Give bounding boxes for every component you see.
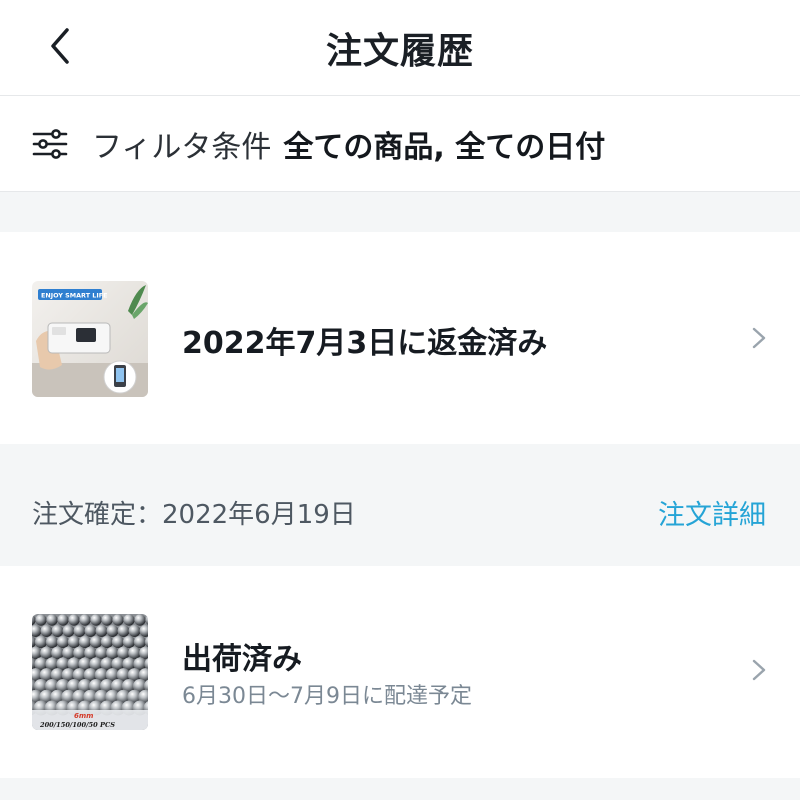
steel-ball-graphic [84, 625, 97, 637]
steel-ball-graphic [111, 635, 125, 649]
sliders-icon [32, 126, 68, 162]
order-info-row: 注文確定：2022年6月19日 注文詳細 [0, 466, 800, 556]
thumbnail-count-label: 200/150/100/50 PCS [39, 721, 115, 729]
order-status: 出荷済み [182, 642, 302, 677]
steel-ball-graphic [106, 625, 119, 637]
steel-ball-graphic [45, 635, 59, 649]
steel-ball-graphic [128, 646, 141, 660]
order-details-link[interactable]: 注文詳細 [658, 493, 766, 532]
steel-ball-graphic [112, 614, 124, 626]
steel-ball-graphic [57, 614, 69, 626]
thumbnail-size-label: 6mm [74, 712, 93, 720]
steel-ball-graphic [122, 635, 136, 649]
delivery-estimate: 6月30日～7月9日に配達予定 [182, 684, 472, 709]
steel-ball-graphic [73, 646, 86, 660]
steel-ball-graphic [34, 635, 48, 649]
filter-bar[interactable]: フィルタ条件 全ての商品, 全ての日付 [0, 96, 800, 192]
order-card-refunded[interactable]: ENJOY SMART LIFE 2022年7月3日に返金済み [0, 232, 800, 444]
steel-ball-graphic [51, 646, 64, 660]
steel-ball-graphic [101, 614, 113, 626]
steel-ball-graphic [123, 614, 135, 626]
steel-ball-graphic [95, 646, 108, 660]
steel-ball-graphic [40, 625, 53, 637]
page-title: 注文履歴 [325, 31, 474, 72]
steel-ball-graphic [73, 625, 86, 637]
chevron-right-icon [752, 659, 766, 681]
order-status: 2022年7月3日に返金済み [182, 326, 548, 361]
steel-ball-graphic [117, 625, 130, 637]
product-thumbnail-smart-switch[interactable]: ENJOY SMART LIFE [32, 281, 148, 397]
steel-ball-graphic [78, 635, 92, 649]
steel-ball-graphic [40, 646, 53, 660]
product-thumbnail-steel-balls[interactable]: 6mm 200/150/100/50 PCS [32, 614, 148, 730]
thumbnail-caption: ENJOY SMART LIFE [41, 292, 107, 300]
order-card-shipped[interactable]: 6mm 200/150/100/50 PCS 出荷済み 6月30日～7月9日に配… [0, 566, 800, 778]
steel-ball-graphic [90, 614, 102, 626]
steel-ball-graphic [133, 635, 147, 649]
steel-ball-graphic [62, 625, 75, 637]
steel-ball-graphic [128, 625, 141, 637]
order-confirmed-date: 注文確定：2022年6月19日 [32, 500, 356, 530]
steel-ball-graphic [46, 614, 58, 626]
app-header: 注文履歴 [0, 0, 800, 96]
steel-ball-graphic [134, 614, 146, 626]
steel-ball-graphic [106, 646, 119, 660]
steel-ball-graphic [35, 614, 47, 626]
steel-ball-graphic [56, 635, 70, 649]
steel-ball-graphic [117, 646, 130, 660]
steel-ball-graphic [68, 614, 80, 626]
steel-ball-graphic [100, 635, 114, 649]
filter-label: フィルタ条件 [92, 129, 272, 165]
steel-ball-graphic [95, 625, 108, 637]
steel-ball-graphic [51, 625, 64, 637]
steel-ball-graphic [84, 646, 97, 660]
steel-ball-graphic [62, 646, 75, 660]
chevron-right-icon [752, 327, 766, 349]
filter-value: 全ての商品, 全ての日付 [283, 129, 606, 165]
steel-ball-graphic [89, 635, 103, 649]
steel-ball-graphic [79, 614, 91, 626]
steel-ball-graphic [67, 635, 81, 649]
